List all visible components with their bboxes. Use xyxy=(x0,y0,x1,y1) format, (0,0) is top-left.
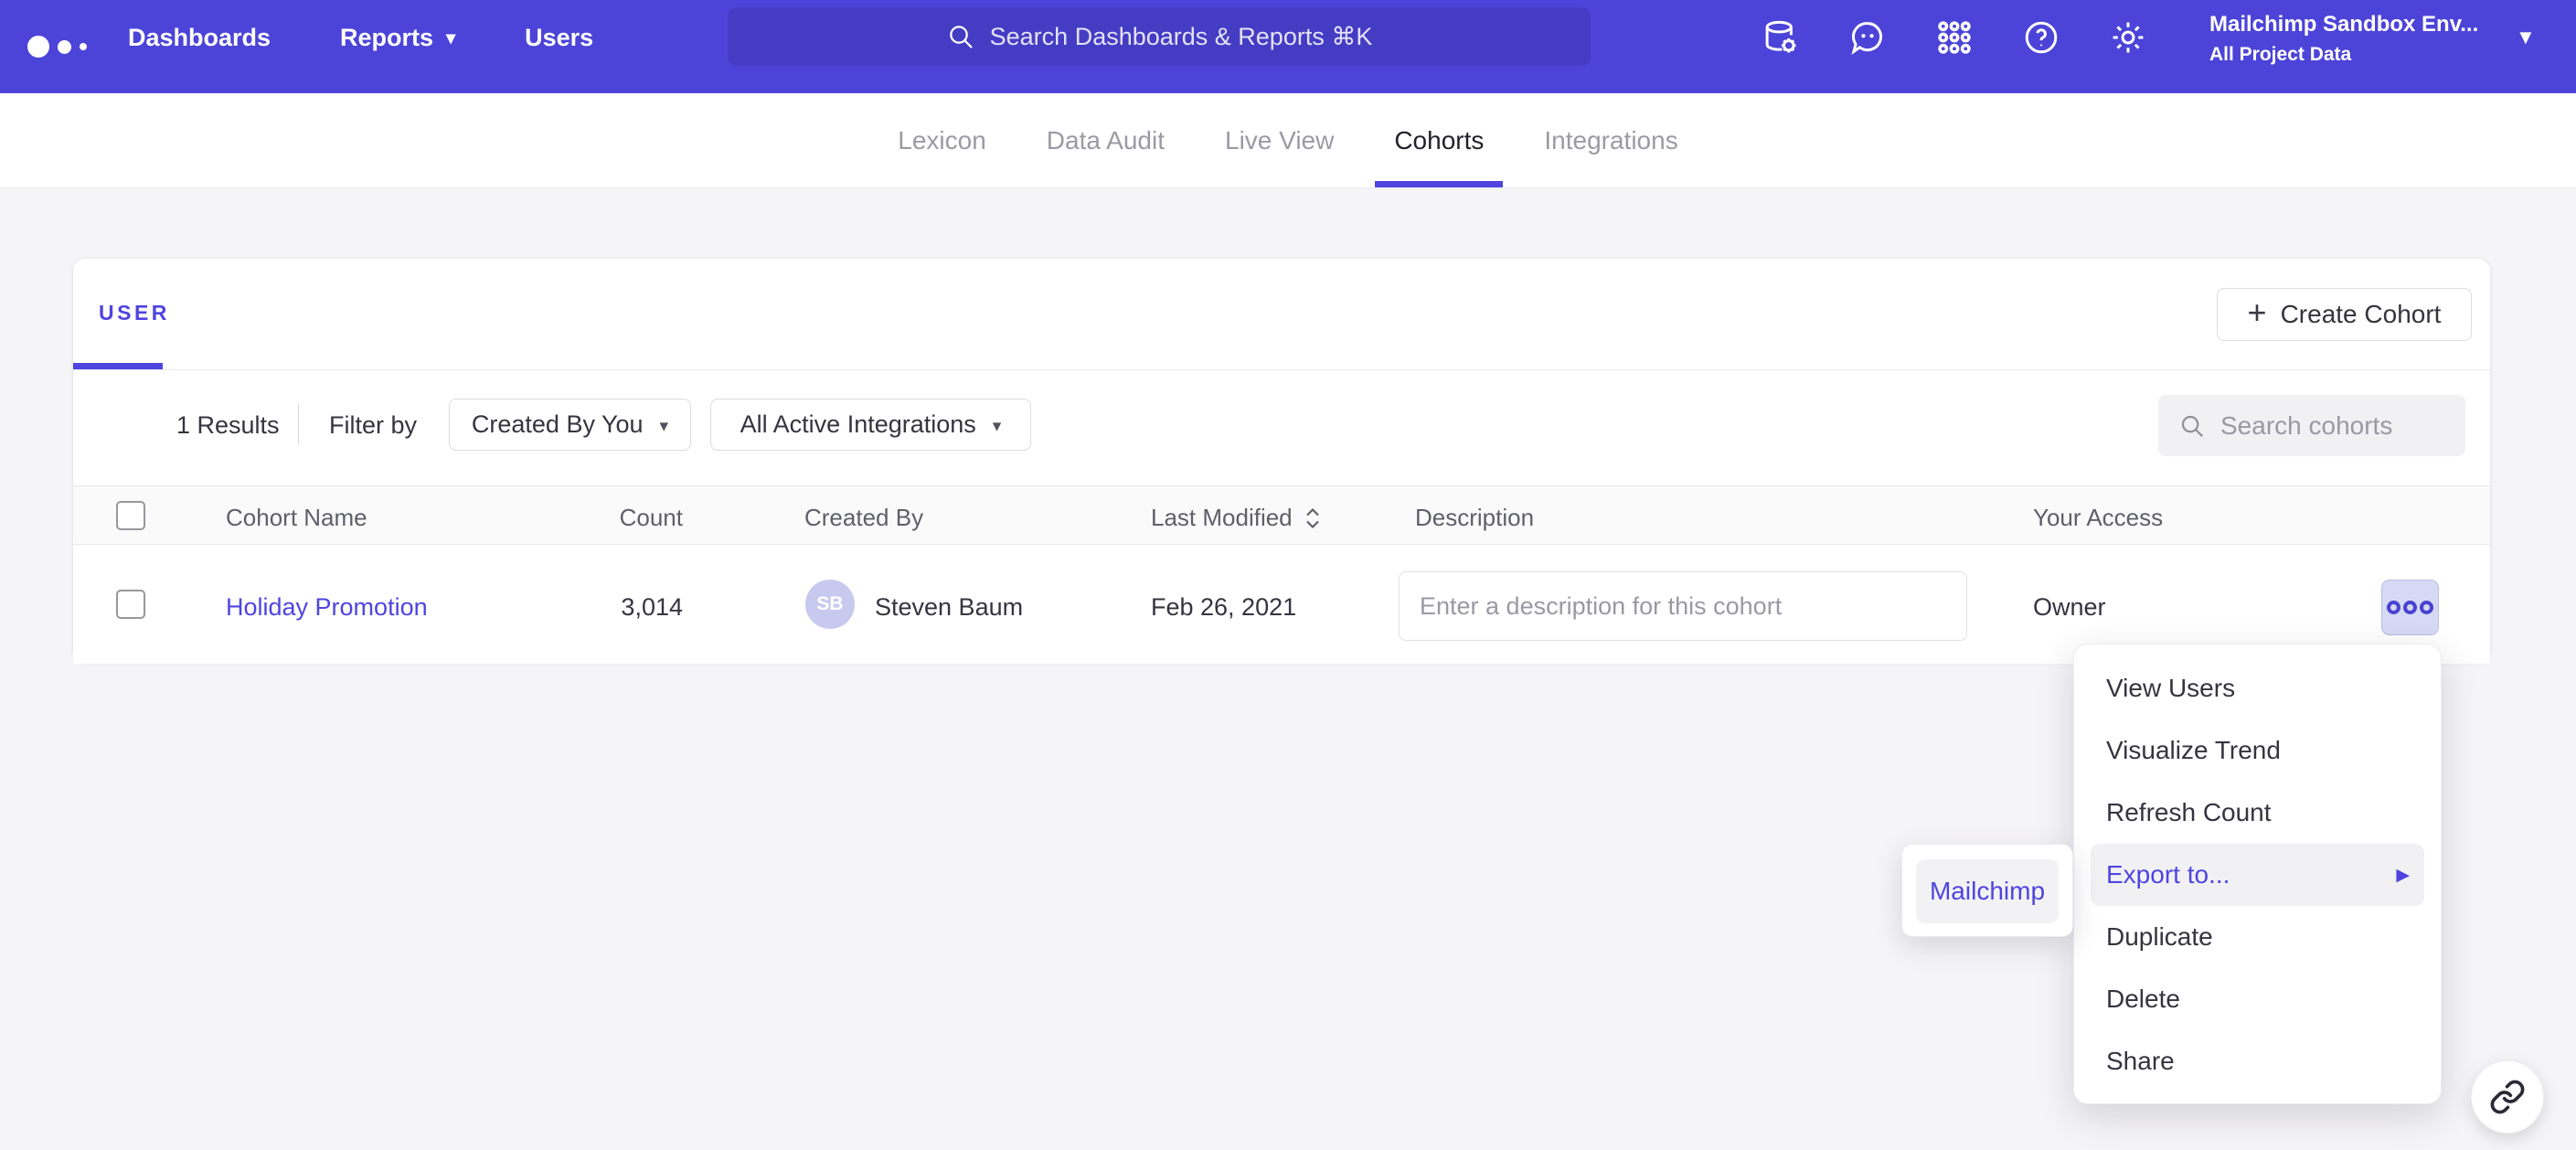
copy-link-fab[interactable] xyxy=(2471,1060,2544,1134)
primary-nav: Dashboards Reports ▾ Users xyxy=(128,0,593,75)
data-management-subnav: Lexicon Data Audit Live View Cohorts Int… xyxy=(0,93,2576,188)
divider xyxy=(73,369,2490,370)
chevron-down-icon: ▾ xyxy=(660,416,669,437)
global-search-input[interactable]: Search Dashboards & Reports ⌘K xyxy=(728,7,1591,66)
search-icon xyxy=(2178,412,2206,440)
tab-integrations[interactable]: Integrations xyxy=(1514,93,1708,187)
apps-grid-icon[interactable] xyxy=(1934,17,1975,58)
settings-gear-icon[interactable] xyxy=(2108,17,2148,58)
feedback-icon[interactable] xyxy=(1847,17,1888,58)
chevron-down-icon: ▾ xyxy=(446,27,455,49)
cohort-count: 3,014 xyxy=(500,593,683,622)
table-header: Cohort Name Count Created By Last Modifi… xyxy=(73,485,2490,545)
select-all-checkbox[interactable] xyxy=(116,501,145,530)
row-checkbox[interactable] xyxy=(116,590,145,619)
created-by-filter-value: Created By You xyxy=(472,410,644,439)
created-by-filter-dropdown[interactable]: Created By You ▾ xyxy=(449,399,691,451)
submenu-arrow-icon: ▶ xyxy=(2396,865,2410,886)
column-created-by[interactable]: Created By xyxy=(804,504,923,532)
column-description[interactable]: Description xyxy=(1415,504,1534,532)
tab-data-audit[interactable]: Data Audit xyxy=(1017,93,1195,187)
active-tab-underline xyxy=(73,363,163,369)
menu-item-duplicate[interactable]: Duplicate xyxy=(2074,906,2441,968)
sort-icon[interactable] xyxy=(1304,506,1322,531)
column-cohort-name[interactable]: Cohort Name xyxy=(226,504,367,532)
top-navbar: Dashboards Reports ▾ Users Search Dashboa… xyxy=(0,0,2576,93)
column-last-modified[interactable]: Last Modified xyxy=(1151,504,1322,532)
created-by-value: Steven Baum xyxy=(875,593,1023,622)
menu-item-refresh-count[interactable]: Refresh Count xyxy=(2074,782,2441,844)
user-section-tab[interactable]: USER xyxy=(99,301,170,325)
nav-label: Users xyxy=(525,24,593,52)
integrations-filter-value: All Active Integrations xyxy=(740,410,976,439)
column-last-modified-label: Last Modified xyxy=(1151,504,1293,532)
cohort-name-link[interactable]: Holiday Promotion xyxy=(226,593,428,622)
integrations-filter-dropdown[interactable]: All Active Integrations ▾ xyxy=(710,399,1031,451)
menu-item-view-users[interactable]: View Users xyxy=(2074,657,2441,719)
cohorts-card: USER + Create Cohort 1 Results Filter by… xyxy=(72,258,2491,663)
last-modified-value: Feb 26, 2021 xyxy=(1151,593,1296,622)
filter-by-label: Filter by xyxy=(329,411,417,440)
row-actions-button[interactable] xyxy=(2381,580,2439,635)
project-selector[interactable]: Mailchimp Sandbox Env... All Project Dat… xyxy=(2209,12,2478,66)
nav-item-users[interactable]: Users xyxy=(525,24,593,52)
tab-live-view[interactable]: Live View xyxy=(1195,93,1364,187)
row-actions-menu: View Users Visualize Trend Refresh Count… xyxy=(2073,644,2442,1104)
logo-dot xyxy=(58,40,71,54)
link-icon xyxy=(2489,1079,2526,1115)
nav-label: Dashboards xyxy=(128,24,271,52)
export-submenu: Mailchimp xyxy=(1901,844,2073,937)
description-input[interactable] xyxy=(1399,571,1967,641)
nav-item-reports[interactable]: Reports ▾ xyxy=(340,24,455,52)
global-search-placeholder: Search Dashboards & Reports ⌘K xyxy=(990,23,1373,51)
tab-cohorts[interactable]: Cohorts xyxy=(1364,93,1514,187)
results-count: 1 Results xyxy=(176,411,280,440)
ellipsis-dot-icon xyxy=(2387,601,2400,614)
app-root: Dashboards Reports ▾ Users Search Dashboa… xyxy=(0,0,2576,1150)
data-management-icon[interactable] xyxy=(1761,17,1801,58)
ellipsis-dot-icon xyxy=(2420,601,2433,614)
submenu-item-mailchimp[interactable]: Mailchimp xyxy=(1916,859,2059,923)
mixpanel-logo-icon[interactable] xyxy=(27,0,87,93)
create-cohort-label: Create Cohort xyxy=(2281,300,2442,329)
ellipsis-dot-icon xyxy=(2403,601,2417,614)
tab-lexicon[interactable]: Lexicon xyxy=(868,93,1017,187)
help-icon[interactable] xyxy=(2021,17,2061,58)
menu-item-export-label: Export to... xyxy=(2106,860,2230,889)
menu-item-delete[interactable]: Delete xyxy=(2074,968,2441,1030)
project-name: Mailchimp Sandbox Env... xyxy=(2209,12,2478,37)
create-cohort-button[interactable]: + Create Cohort xyxy=(2217,288,2472,341)
search-icon xyxy=(946,22,975,51)
access-value: Owner xyxy=(2033,593,2106,622)
column-count[interactable]: Count xyxy=(500,504,683,532)
project-scope: All Project Data xyxy=(2209,44,2478,66)
divider xyxy=(298,403,299,445)
navbar-icons xyxy=(1761,0,2148,75)
logo-dot xyxy=(27,36,49,58)
chevron-down-icon: ▾ xyxy=(993,416,1002,437)
nav-item-dashboards[interactable]: Dashboards xyxy=(128,24,271,52)
menu-item-visualize-trend[interactable]: Visualize Trend xyxy=(2074,719,2441,782)
avatar: SB xyxy=(805,580,855,629)
plus-icon: + xyxy=(2248,296,2267,329)
cohort-search-input[interactable] xyxy=(2220,411,2440,441)
column-your-access[interactable]: Your Access xyxy=(2033,504,2163,532)
menu-item-share[interactable]: Share xyxy=(2074,1030,2441,1092)
project-caret-icon[interactable]: ▼ xyxy=(2516,26,2536,49)
logo-dot xyxy=(80,43,87,50)
nav-label: Reports xyxy=(340,24,433,52)
menu-item-export-to[interactable]: Export to... ▶ xyxy=(2091,844,2424,906)
cohort-search-box xyxy=(2158,395,2465,456)
